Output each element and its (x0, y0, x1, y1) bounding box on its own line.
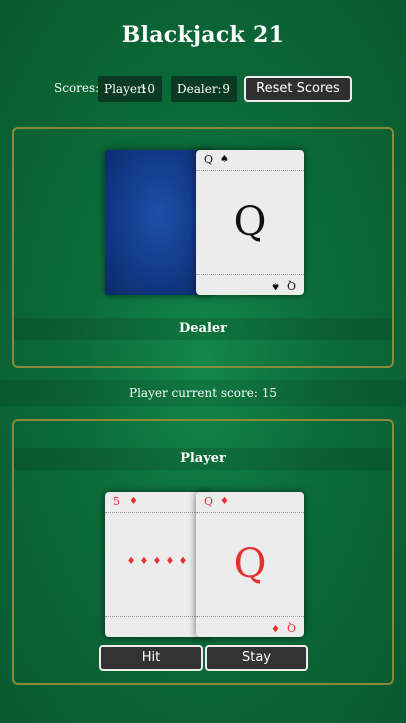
dealer-card-queen-spades: Q ♠ Q ♠ Q (196, 150, 304, 295)
player-score-value: 10 (139, 82, 155, 96)
card-rank: Q (286, 621, 296, 634)
player-heading: Player (14, 448, 392, 470)
reset-scores-button[interactable]: Reset Scores (244, 76, 352, 102)
dealer-area: Q ♠ Q ♠ Q Dealer (12, 127, 394, 368)
game-title: Blackjack 21 (121, 22, 285, 48)
stay-button[interactable]: Stay (205, 645, 308, 671)
player-score-status: Player current score: 15 (0, 380, 406, 406)
player-card-queen-diamonds: Q ♦ Q ♦ Q (196, 492, 304, 637)
player-score-box: Player: 10 (98, 76, 162, 102)
card-rank: Q (204, 153, 214, 166)
card-rank: Q (204, 495, 214, 508)
dealer-score-label: Dealer: (177, 82, 222, 96)
card-center-rank: Q (233, 541, 267, 587)
card-rank: Q (286, 279, 296, 292)
scores-bar: Scores: Player: 10 Dealer: 9 Reset Score… (0, 76, 406, 102)
spade-icon: ♠ (220, 154, 229, 165)
diamond-icon: ♦ (220, 496, 229, 507)
card-center-rank: Q (233, 199, 267, 245)
dealer-score-box: Dealer: 9 (171, 76, 237, 102)
hit-button[interactable]: Hit (99, 645, 203, 671)
card-rank: 5 (113, 495, 120, 508)
player-area: Player 5 ♦ ♦♦♦♦♦ ♦ Q ♦ Q ♦ Q (12, 419, 394, 685)
diamond-icon: ♦ (129, 496, 138, 507)
dealer-score-value: 9 (222, 82, 230, 96)
dealer-heading: Dealer (14, 318, 392, 340)
diamond-icon: ♦ (271, 622, 280, 633)
scores-label: Scores: (54, 81, 100, 95)
spade-icon: ♠ (271, 280, 280, 291)
